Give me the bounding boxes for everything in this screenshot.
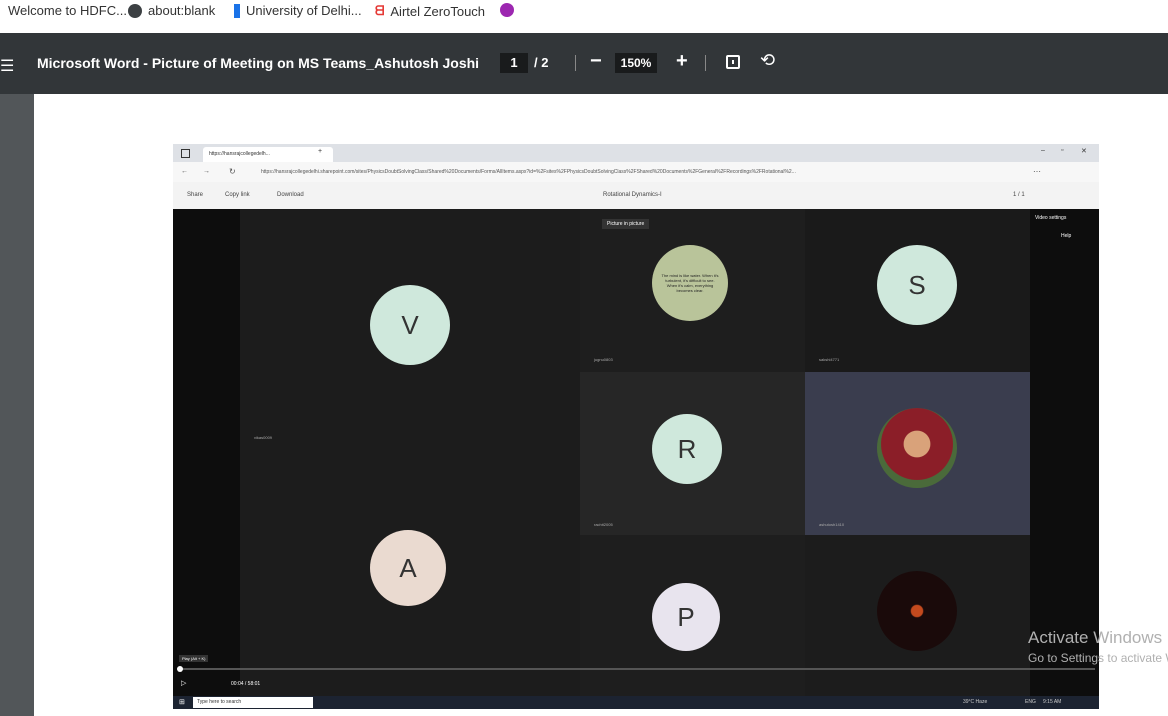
bookmark-label: about:blank [148, 3, 216, 18]
document-title: Microsoft Word - Picture of Meeting on M… [37, 55, 480, 71]
settings-icon: ⋯ [1033, 167, 1041, 176]
tray-language: ENG [1025, 699, 1036, 705]
bookmark-hdfc[interactable]: Welcome to HDFC... [8, 3, 127, 18]
new-tab-icon: + [318, 148, 323, 155]
participant-name: sakshi4771 [819, 357, 840, 362]
tab-title: https://hansrajcollegedelh... [209, 151, 270, 157]
avatar: P [652, 583, 720, 651]
taskbar-search: Type here to search [193, 697, 313, 708]
participant-tile: R rachit2005 [580, 372, 805, 535]
seek-handle [177, 666, 183, 672]
bookmark-label: Welcome to HDFC... [8, 3, 127, 18]
video-settings-button: Video settings [1035, 215, 1067, 221]
embedded-taskbar: ⊞ Type here to search 39°C Haze ENG 9:15… [173, 696, 1099, 709]
url-text: https://hansrajcollegedelhi.sharepoint.c… [261, 169, 796, 175]
share-button: Share [187, 192, 204, 198]
bookmark-university-of-delhi[interactable]: University of Delhi... [234, 3, 362, 18]
participant-tile: Picture in picture The mind is like wate… [580, 209, 805, 372]
avatar-photo [877, 408, 957, 488]
globe-icon [128, 3, 142, 18]
menu-icon[interactable]: ☰ [0, 56, 14, 76]
copy-link-button: Copy link [225, 192, 250, 198]
file-name: Rotational Dynamics-I [603, 192, 662, 198]
participant-tile [805, 535, 1030, 696]
avatar: A [370, 530, 446, 606]
forward-icon: → [203, 168, 210, 175]
participant-tile: S sakshi4771 [805, 209, 1030, 372]
profile-icon [500, 3, 514, 17]
page-number-input[interactable]: 1 [500, 53, 528, 73]
participant-tile: ashutosh1410 [805, 372, 1030, 535]
divider [575, 55, 576, 71]
participant-tile: P [580, 535, 805, 696]
avatar-photo: The mind is like water. When it's turbul… [652, 245, 728, 321]
participant-tile: A [240, 452, 580, 696]
avatar: R [652, 414, 722, 484]
watermark-subtitle: Go to Settings to activate Windows. [1028, 651, 1168, 665]
fit-page-icon[interactable] [726, 55, 740, 69]
participant-name: jugnu0803 [594, 357, 613, 362]
bookmark-about-blank[interactable]: about:blank [128, 3, 215, 18]
teams-video-grid: V vikas0009 A Picture in picture The min… [173, 209, 1099, 696]
play-tooltip: Play (Alt + K) [179, 655, 209, 662]
bookmark-label: University of Delhi... [246, 3, 362, 18]
back-icon: ← [181, 168, 188, 175]
download-button: Download [277, 192, 304, 198]
zoom-out-button[interactable]: − [590, 50, 602, 73]
embedded-tab: https://hansrajcollegedelh... [203, 147, 333, 162]
seek-bar [177, 666, 1095, 672]
tray-clock: 9:15 AM [1043, 699, 1062, 705]
participant-tile: V vikas0009 [240, 209, 580, 452]
sharepoint-toolbar: Share Copy link Download Rotational Dyna… [173, 182, 1099, 209]
windows-start-icon: ⊞ [179, 699, 185, 706]
embedded-address-bar: ← → ↻ https://hansrajcollegedelhi.sharep… [173, 162, 1099, 182]
pdf-toolbar: ☰ Microsoft Word - Picture of Meeting on… [0, 33, 1168, 94]
avatar: S [877, 245, 957, 325]
watermark-title: Activate Windows [1028, 628, 1163, 647]
bookmark-label: Airtel ZeroTouch [390, 3, 486, 19]
activate-windows-watermark: Activate Windows Go to Settings to activ… [1028, 628, 1168, 665]
zoom-in-button[interactable]: + [676, 50, 688, 73]
picture-in-picture-button: Picture in picture [602, 219, 650, 229]
help-button: Help [1061, 233, 1072, 239]
tray-weather: 39°C Haze [963, 699, 988, 705]
page-total: / 2 [534, 55, 549, 70]
page-counter: 1 / 1 [1013, 192, 1025, 198]
participant-name: rachit2005 [594, 522, 613, 527]
avatar-photo [877, 571, 957, 651]
avatar: V [370, 285, 450, 365]
window-icon [181, 149, 190, 158]
divider [705, 55, 706, 71]
refresh-icon: ↻ [229, 167, 236, 176]
participant-name: vikas0009 [254, 435, 273, 440]
maximize-icon: ▫ [1061, 147, 1064, 154]
playback-time: 00:04 / 58:01 [231, 681, 261, 687]
participant-name: ashutosh1410 [819, 522, 845, 527]
embedded-screenshot: https://hansrajcollegedelh... + – ▫ ✕ ← … [173, 144, 1099, 709]
play-icon: ▷ [181, 680, 187, 687]
bookmark-extra[interactable] [500, 3, 514, 17]
minimize-icon: – [1041, 147, 1045, 154]
airtel-icon: ᗺ [375, 3, 385, 18]
bookmark-airtel-zerotouch[interactable]: ᗺ Airtel ZeroTouch [375, 3, 485, 19]
zoom-level-input[interactable]: 150% [615, 53, 657, 73]
rotate-icon[interactable]: ⟲ [760, 50, 775, 71]
bookmarks-bar: Welcome to HDFC... about:blank Universit… [0, 0, 1168, 30]
embedded-tab-bar: https://hansrajcollegedelh... + – ▫ ✕ [173, 144, 1099, 162]
bookmark-icon [234, 3, 240, 18]
close-icon: ✕ [1081, 148, 1087, 155]
